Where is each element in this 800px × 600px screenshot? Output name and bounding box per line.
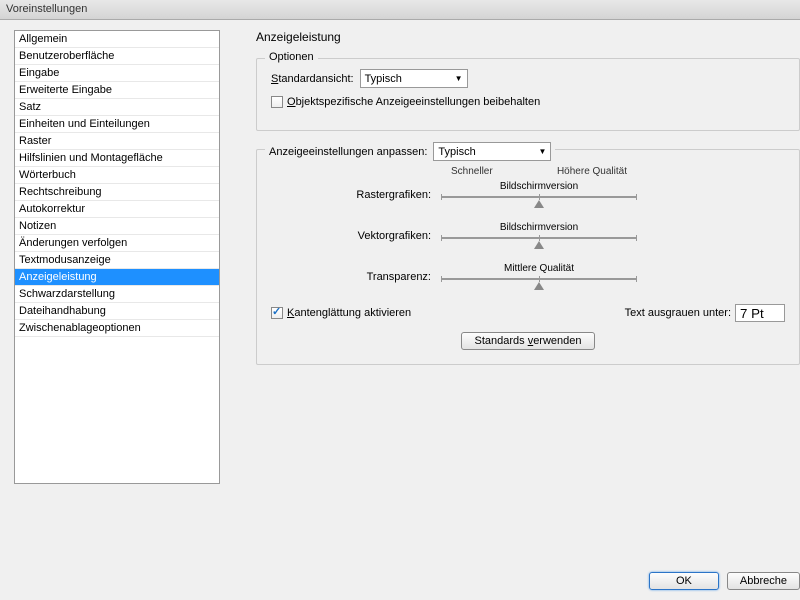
slider-label: Rastergrafiken:: [271, 189, 441, 201]
adjust-select[interactable]: Typisch ▼: [433, 142, 551, 161]
chevron-down-icon: ▼: [455, 74, 463, 83]
antialias-checkbox[interactable]: [271, 307, 283, 319]
sidebar[interactable]: AllgemeinBenutzeroberflächeEingabeErweit…: [14, 30, 220, 484]
slider-row: Vektorgrafiken:Bildschirmversion: [271, 222, 785, 249]
slider-row: Transparenz:Mittlere Qualität: [271, 263, 785, 290]
default-view-select[interactable]: Typisch ▼: [360, 69, 468, 88]
slider-label: Transparenz:: [271, 271, 441, 283]
faster-label: Schneller: [451, 166, 493, 177]
sidebar-item[interactable]: Autokorrektur: [15, 201, 219, 218]
sidebar-item[interactable]: Erweiterte Eingabe: [15, 82, 219, 99]
grayout-label: Text ausgrauen unter:: [625, 307, 731, 319]
slider-thumb[interactable]: [534, 282, 544, 290]
content: AllgemeinBenutzeroberflächeEingabeErweit…: [0, 20, 800, 560]
slider-row: Rastergrafiken:Bildschirmversion: [271, 181, 785, 208]
chevron-down-icon: ▼: [538, 147, 546, 156]
slider-thumb[interactable]: [534, 200, 544, 208]
adjust-group: Anzeigeeinstellungen anpassen: Typisch ▼…: [256, 149, 800, 365]
options-legend: Optionen: [265, 51, 318, 63]
sidebar-item[interactable]: Raster: [15, 133, 219, 150]
slider[interactable]: Bildschirmversion: [441, 222, 637, 249]
options-group: Optionen Standardansicht: Typisch ▼ Obje…: [256, 58, 800, 131]
sidebar-item[interactable]: Hilfslinien und Montagefläche: [15, 150, 219, 167]
ok-button[interactable]: OK: [649, 572, 719, 590]
grayout-input[interactable]: [735, 304, 785, 322]
page-title: Anzeigeleistung: [256, 30, 800, 44]
preserve-label: Objektspezifische Anzeigeeinstellungen b…: [287, 96, 540, 108]
slider-area: Schneller Höhere Qualität Rastergrafiken…: [271, 166, 785, 290]
sidebar-item[interactable]: Einheiten und Einteilungen: [15, 116, 219, 133]
footer: OK Abbreche: [649, 572, 800, 590]
sidebar-item[interactable]: Eingabe: [15, 65, 219, 82]
sidebar-item[interactable]: Satz: [15, 99, 219, 116]
sidebar-item[interactable]: Notizen: [15, 218, 219, 235]
sidebar-item[interactable]: Dateihandhabung: [15, 303, 219, 320]
higher-label: Höhere Qualität: [557, 166, 627, 177]
titlebar: Voreinstellungen: [0, 0, 800, 20]
sidebar-item[interactable]: Schwarzdarstellung: [15, 286, 219, 303]
slider-caption: Mittlere Qualität: [441, 263, 637, 274]
slider[interactable]: Mittlere Qualität: [441, 263, 637, 290]
sidebar-item[interactable]: Allgemein: [15, 31, 219, 48]
preserve-checkbox[interactable]: [271, 96, 283, 108]
adjust-legend: Anzeigeeinstellungen anpassen: Typisch ▼: [265, 142, 555, 161]
default-view-label: Standardansicht:: [271, 73, 354, 85]
main-panel: Anzeigeleistung Optionen Standardansicht…: [220, 30, 800, 560]
antialias-label: Kantenglättung aktivieren: [287, 307, 411, 319]
slider-caption: Bildschirmversion: [441, 181, 637, 192]
sidebar-item[interactable]: Benutzeroberfläche: [15, 48, 219, 65]
sidebar-item[interactable]: Zwischenablageoptionen: [15, 320, 219, 337]
sidebar-item[interactable]: Wörterbuch: [15, 167, 219, 184]
slider-label: Vektorgrafiken:: [271, 230, 441, 242]
sidebar-item[interactable]: Änderungen verfolgen: [15, 235, 219, 252]
sidebar-item[interactable]: Rechtschreibung: [15, 184, 219, 201]
cancel-button[interactable]: Abbreche: [727, 572, 800, 590]
defaults-button[interactable]: Standards verwenden: [461, 332, 594, 350]
sidebar-item[interactable]: Textmodusanzeige: [15, 252, 219, 269]
window-title: Voreinstellungen: [6, 3, 87, 15]
slider-caption: Bildschirmversion: [441, 222, 637, 233]
sidebar-item[interactable]: Anzeigeleistung: [15, 269, 219, 286]
slider-thumb[interactable]: [534, 241, 544, 249]
slider[interactable]: Bildschirmversion: [441, 181, 637, 208]
